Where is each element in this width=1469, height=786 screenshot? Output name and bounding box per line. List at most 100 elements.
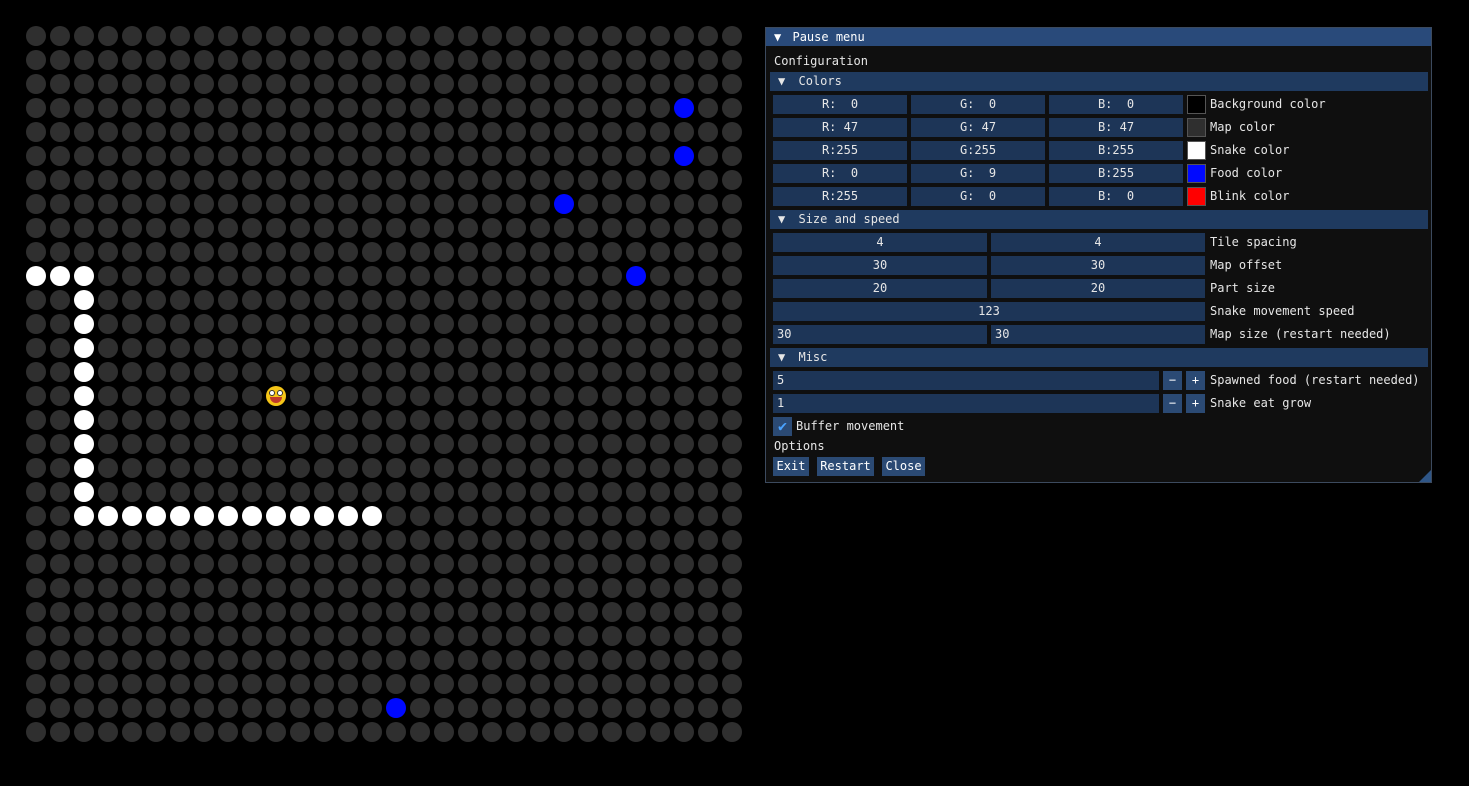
map-tile [458,722,478,742]
tile-spacing-x-field[interactable]: 4 [773,233,987,252]
map-size-label: Map size (restart needed) [1210,327,1391,341]
restart-button[interactable]: Restart [817,457,874,476]
snake-segment [362,506,382,526]
map-tile [410,578,430,598]
map-tile [50,530,70,550]
map-tile [290,122,310,142]
map-tile [122,194,142,214]
map-tile [314,362,334,382]
map-tile [290,362,310,382]
background-color-swatch[interactable] [1187,95,1206,114]
map-tile [338,602,358,622]
map-tile [602,146,622,166]
map-tile [482,314,502,334]
background-green-field[interactable]: G: 0 [911,95,1045,114]
part-size-x-field[interactable]: 20 [773,279,987,298]
map-tile [314,602,334,622]
spawned-food-plus-button[interactable]: + [1186,371,1205,390]
food-color-swatch[interactable] [1187,164,1206,183]
map-tile [242,434,262,454]
tile-spacing-y-field[interactable]: 4 [991,233,1205,252]
background-blue-field[interactable]: B: 0 [1049,95,1183,114]
close-button[interactable]: Close [882,457,925,476]
snake-green-field[interactable]: G:255 [911,141,1045,160]
map-tile [458,194,478,214]
map-tile [602,194,622,214]
exit-button[interactable]: Exit [773,457,809,476]
map-tile [674,602,694,622]
map-tile [122,602,142,622]
map-red-field[interactable]: R: 47 [773,118,907,137]
map-offset-y-field[interactable]: 30 [991,256,1205,275]
map-tile [50,98,70,118]
snake-segment [74,434,94,454]
map-tile [386,626,406,646]
map-tile [338,482,358,502]
snake-red-field[interactable]: R:255 [773,141,907,160]
map-tile [314,530,334,550]
food-blue-field[interactable]: B:255 [1049,164,1183,183]
background-red-field[interactable]: R: 0 [773,95,907,114]
blink-green-field[interactable]: G: 0 [911,187,1045,206]
pause-menu-title-bar[interactable]: ▼ Pause menu [766,28,1431,46]
map-tile [506,674,526,694]
map-offset-x-field[interactable]: 30 [773,256,987,275]
map-tile [674,362,694,382]
misc-section-header[interactable]: ▼ Misc [770,348,1428,367]
blink-color-swatch[interactable] [1187,187,1206,206]
collapse-arrow-icon[interactable]: ▼ [774,30,781,44]
map-tile [50,482,70,502]
buffer-movement-checkbox[interactable]: ✔ [773,417,792,436]
map-tile [266,98,286,118]
map-tile [386,410,406,430]
map-tile [482,530,502,550]
map-tile [170,266,190,286]
map-tile [506,482,526,502]
snake-blue-field[interactable]: B:255 [1049,141,1183,160]
map-tile [506,506,526,526]
spawned-food-input[interactable]: 5 [773,371,1159,390]
snake-speed-slider[interactable]: 123 [773,302,1205,321]
eat-grow-minus-button[interactable]: − [1163,394,1182,413]
spawned-food-minus-button[interactable]: − [1163,371,1182,390]
map-tile [410,458,430,478]
map-tile [626,698,646,718]
map-color-swatch[interactable] [1187,118,1206,137]
map-tile [98,170,118,190]
map-tile [698,362,718,382]
map-tile [314,698,334,718]
part-size-y-field[interactable]: 20 [991,279,1205,298]
map-tile [146,578,166,598]
size-speed-section-header[interactable]: ▼ Size and speed [770,210,1428,229]
map-blue-field[interactable]: B: 47 [1049,118,1183,137]
map-tile [26,698,46,718]
map-tile [362,722,382,742]
colors-section-header[interactable]: ▼ Colors [770,72,1428,91]
pause-menu-window[interactable]: ▼ Pause menu Configuration ▼ Colors ▼ Si… [765,27,1432,483]
map-tile [146,50,166,70]
map-tile [698,122,718,142]
eat-grow-plus-button[interactable]: + [1186,394,1205,413]
map-tile [674,50,694,70]
map-tile [578,242,598,262]
map-tile [650,434,670,454]
snake-color-swatch[interactable] [1187,141,1206,160]
map-size-x-field[interactable]: 30 [773,325,987,344]
map-tile [482,554,502,574]
food-red-field[interactable]: R: 0 [773,164,907,183]
map-tile [290,578,310,598]
map-tile [194,242,214,262]
resize-grip-icon[interactable] [1419,470,1431,482]
map-tile [506,266,526,286]
blink-blue-field[interactable]: B: 0 [1049,187,1183,206]
map-tile [242,482,262,502]
map-tile [722,338,742,358]
blink-red-field[interactable]: R:255 [773,187,907,206]
map-size-y-field[interactable]: 30 [991,325,1205,344]
map-tile [26,722,46,742]
map-tile [74,146,94,166]
food-green-field[interactable]: G: 9 [911,164,1045,183]
eat-grow-input[interactable]: 1 [773,394,1159,413]
map-green-field[interactable]: G: 47 [911,118,1045,137]
map-tile [26,578,46,598]
